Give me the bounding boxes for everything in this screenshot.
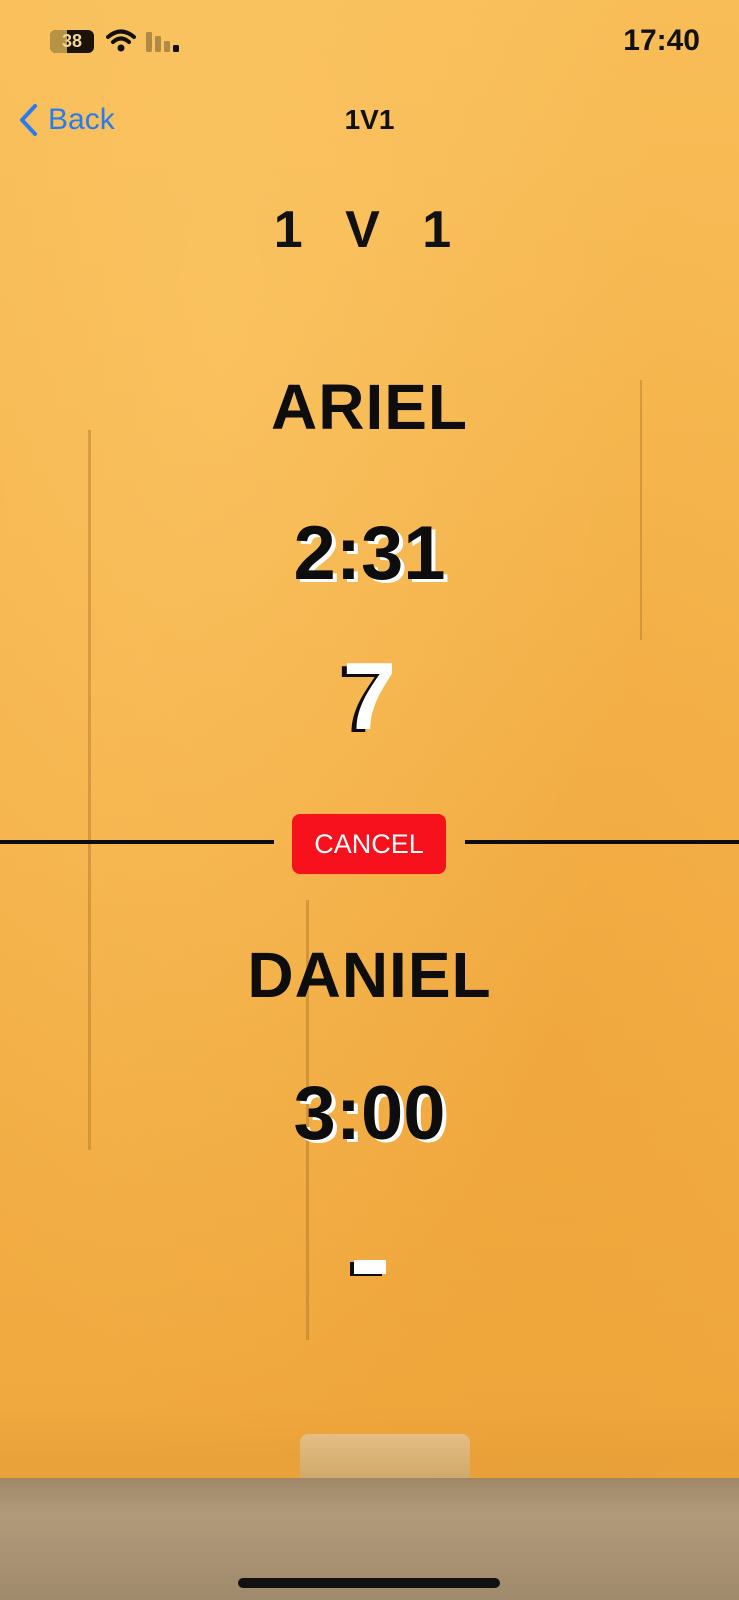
- divider-right: [465, 840, 739, 844]
- player-one-timer: 2:31: [293, 511, 446, 596]
- cancel-button[interactable]: CANCEL: [292, 814, 446, 874]
- game-mode-title: 1 V 1: [273, 201, 466, 259]
- player-two-score: [354, 1260, 386, 1274]
- player-two-timer: 3:00: [293, 1071, 446, 1156]
- battery-icon: 38: [50, 30, 94, 53]
- status-bar: 38 17:40: [0, 0, 739, 84]
- chevron-left-icon: [20, 104, 37, 136]
- player-two-name: DANIEL: [247, 939, 492, 1011]
- battery-level: 38: [61, 31, 83, 51]
- home-indicator[interactable]: [238, 1578, 500, 1588]
- status-time: 17:40: [623, 24, 700, 57]
- player-one-score: 7: [342, 643, 397, 750]
- cellular-signal-icon: [146, 32, 179, 52]
- wifi-icon: [106, 29, 136, 52]
- back-button[interactable]: Back: [18, 94, 115, 146]
- back-button-label: Back: [48, 103, 115, 136]
- divider-left: [0, 840, 274, 844]
- player-one-name: ARIEL: [271, 371, 468, 443]
- navigation-bar: Back 1V1: [0, 94, 739, 146]
